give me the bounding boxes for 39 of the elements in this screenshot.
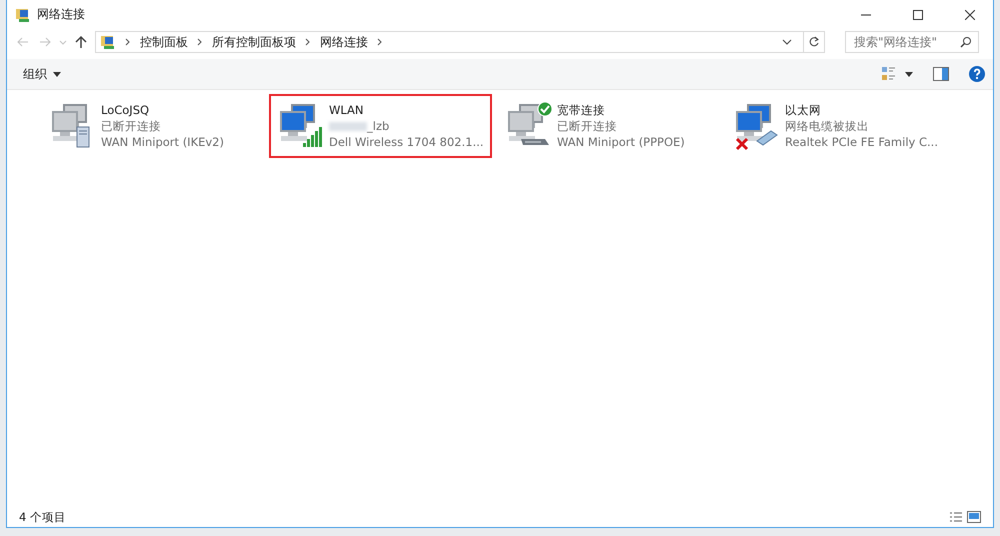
connection-name[interactable]: 宽带连接 bbox=[557, 102, 685, 118]
large-icons-view-icon[interactable] bbox=[967, 511, 981, 523]
dropdown-caret-icon bbox=[53, 72, 61, 76]
refresh-icon[interactable] bbox=[808, 36, 820, 48]
breadcrumb[interactable]: 控制面板 bbox=[140, 34, 188, 50]
connection-status: 已断开连接 bbox=[557, 118, 618, 134]
device-name: WAN Miniport (IKEv2) bbox=[101, 134, 224, 150]
connection-status: 已断开连接 bbox=[101, 118, 162, 134]
chevron-right-icon[interactable] bbox=[376, 38, 384, 46]
close-icon bbox=[965, 10, 975, 20]
chevron-right-icon[interactable] bbox=[304, 38, 312, 46]
blurred-text bbox=[329, 122, 367, 132]
organize-menu[interactable]: 组织 bbox=[21, 64, 63, 84]
connection-name[interactable]: 以太网 bbox=[785, 102, 938, 118]
view-options-icon[interactable] bbox=[881, 66, 897, 82]
chevron-right-icon[interactable] bbox=[196, 38, 204, 46]
search-icon bbox=[960, 36, 972, 48]
dropdown-caret-icon[interactable] bbox=[905, 72, 913, 76]
network-adapter-icon[interactable] bbox=[277, 101, 325, 149]
search-field[interactable]: 搜索"网络连接" bbox=[845, 31, 979, 53]
device-name: Realtek PCIe FE Family C... bbox=[785, 134, 938, 150]
up-arrow-icon[interactable] bbox=[73, 34, 89, 50]
connection-name[interactable]: WLAN bbox=[329, 102, 484, 118]
device-name: WAN Miniport (PPPOE) bbox=[557, 134, 685, 150]
breadcrumb[interactable]: 所有控制面板项 bbox=[212, 34, 296, 50]
connection-status: 网络电缆被拔出 bbox=[785, 118, 870, 134]
chevron-right-icon[interactable] bbox=[124, 38, 132, 46]
breadcrumb[interactable]: 网络连接 bbox=[320, 34, 368, 50]
connection-status: _lzb bbox=[329, 118, 484, 134]
device-name: Dell Wireless 1704 802.1... bbox=[329, 134, 484, 150]
network-folder-icon bbox=[100, 34, 116, 50]
details-view-icon[interactable] bbox=[949, 511, 963, 523]
maximize-icon bbox=[913, 10, 923, 20]
item-count: 4 个项目 bbox=[19, 510, 66, 524]
network-folder-icon bbox=[15, 6, 31, 22]
preview-pane-icon[interactable] bbox=[933, 67, 949, 81]
help-icon[interactable] bbox=[969, 66, 985, 82]
connection-name[interactable]: LoCoJSQ bbox=[101, 102, 224, 118]
window-title: 网络连接 bbox=[37, 6, 86, 23]
